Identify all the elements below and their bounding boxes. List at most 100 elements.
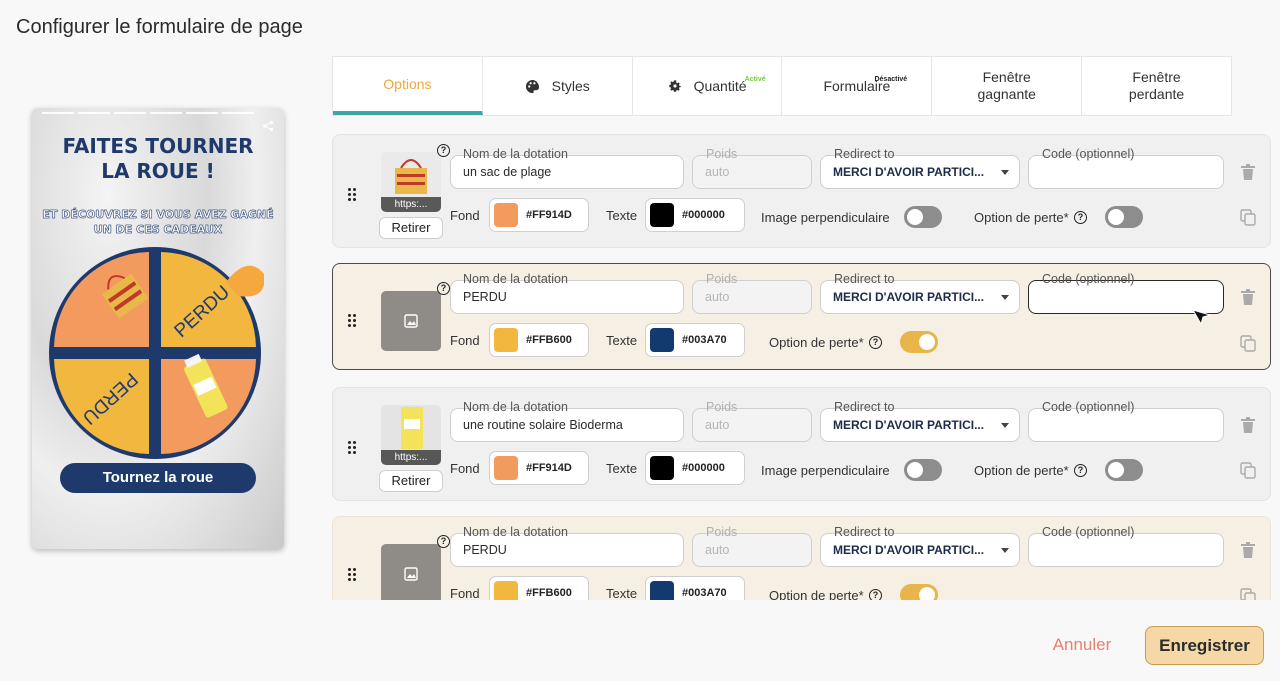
drag-handle-icon[interactable] bbox=[348, 188, 358, 202]
perpendicular-image-toggle[interactable] bbox=[904, 206, 942, 228]
help-icon[interactable]: ? bbox=[869, 336, 882, 349]
remove-image-button[interactable]: Retirer bbox=[379, 470, 443, 492]
preview-title: FAITES TOURNER LA ROUE ! bbox=[62, 134, 254, 183]
redirect-label: Redirect to bbox=[834, 525, 895, 539]
loss-option-toggle[interactable] bbox=[900, 331, 938, 353]
text-color-picker[interactable]: #000000 bbox=[645, 451, 745, 485]
loss-option-label: Option de perte* bbox=[769, 588, 864, 600]
code-label: Code (optionnel) bbox=[1042, 400, 1135, 414]
text-color-picker[interactable]: #003A70 bbox=[645, 323, 745, 357]
color-swatch bbox=[494, 581, 518, 600]
story-progress-bars bbox=[42, 112, 254, 114]
loss-option-toggle[interactable] bbox=[1105, 459, 1143, 481]
weight-label: Poids bbox=[706, 147, 738, 161]
redirect-label: Redirect to bbox=[834, 147, 895, 161]
perpendicular-image-label: Image perpendiculaire bbox=[761, 210, 890, 225]
bg-color-picker[interactable]: #FFB600 bbox=[489, 323, 589, 357]
code-label: Code (optionnel) bbox=[1042, 147, 1135, 161]
text-color-label: Texte bbox=[606, 586, 638, 600]
perpendicular-image-toggle[interactable] bbox=[904, 459, 942, 481]
help-icon[interactable]: ? bbox=[437, 282, 450, 295]
prize-image-placeholder[interactable] bbox=[381, 544, 441, 600]
trash-icon[interactable] bbox=[1241, 289, 1255, 305]
trash-icon[interactable] bbox=[1241, 417, 1255, 433]
drag-handle-icon[interactable] bbox=[348, 314, 358, 328]
tab-fenetre-gagnante[interactable]: Fenêtre gagnante bbox=[932, 57, 1083, 115]
text-color-label: Texte bbox=[606, 461, 638, 476]
image-icon bbox=[404, 314, 418, 328]
copy-icon[interactable] bbox=[1240, 209, 1256, 226]
color-swatch bbox=[650, 203, 674, 227]
prize-wheel: PERDU PERDU bbox=[49, 247, 264, 459]
chevron-down-icon bbox=[1001, 170, 1009, 175]
prize-name-label: Nom de la dotation bbox=[463, 400, 568, 414]
help-icon[interactable]: ? bbox=[437, 144, 450, 157]
tab-bar: Options Styles Quantité Activé Formulair… bbox=[332, 56, 1232, 116]
color-swatch bbox=[494, 456, 518, 480]
bg-color-picker[interactable]: #FFB600 bbox=[489, 576, 589, 600]
tab-quantite[interactable]: Quantité Activé bbox=[633, 57, 783, 115]
bg-color-label: Fond bbox=[450, 333, 480, 348]
spin-wheel-button[interactable]: Tournez la roue bbox=[60, 463, 256, 493]
help-icon[interactable]: ? bbox=[437, 535, 450, 548]
prize-name-label: Nom de la dotation bbox=[463, 525, 568, 539]
status-badge-disabled: Désactivé bbox=[874, 76, 908, 83]
bg-color-picker[interactable]: #FF914D bbox=[489, 198, 589, 232]
trash-icon[interactable] bbox=[1241, 542, 1255, 558]
text-color-picker[interactable]: #003A70 bbox=[645, 576, 745, 600]
page-title: Configurer le formulaire de page bbox=[16, 16, 303, 38]
tab-options[interactable]: Options bbox=[333, 57, 483, 115]
text-color-label: Texte bbox=[606, 208, 638, 223]
loss-option-toggle[interactable] bbox=[900, 584, 938, 600]
tab-fenetre-perdante[interactable]: Fenêtre perdante bbox=[1082, 57, 1231, 115]
remove-image-button[interactable]: Retirer bbox=[379, 217, 443, 239]
color-swatch bbox=[650, 581, 674, 600]
help-icon[interactable]: ? bbox=[1074, 464, 1087, 477]
prize-list[interactable]: https:... ? Retirer un sac de plage Nom … bbox=[332, 132, 1272, 600]
prize-row: ? PERDU Nom de la dotation auto Poids ME… bbox=[332, 516, 1271, 600]
redirect-label: Redirect to bbox=[834, 272, 895, 286]
help-icon[interactable]: ? bbox=[869, 589, 882, 600]
weight-label: Poids bbox=[706, 400, 738, 414]
tab-formulaire[interactable]: Formulaire Désactivé bbox=[782, 57, 933, 115]
copy-icon[interactable] bbox=[1240, 462, 1256, 479]
chevron-down-icon bbox=[1001, 423, 1009, 428]
loss-option-label: Option de perte* bbox=[769, 335, 864, 350]
loss-option-label: Option de perte* bbox=[974, 210, 1069, 225]
prize-image[interactable]: https:... bbox=[381, 405, 441, 465]
trash-icon[interactable] bbox=[1241, 164, 1255, 180]
code-label: Code (optionnel) bbox=[1042, 525, 1135, 539]
bg-color-label: Fond bbox=[450, 586, 480, 600]
save-button[interactable]: Enregistrer bbox=[1145, 626, 1264, 665]
text-color-label: Texte bbox=[606, 333, 638, 348]
image-icon bbox=[404, 567, 418, 581]
chevron-down-icon bbox=[1001, 548, 1009, 553]
copy-icon[interactable] bbox=[1240, 588, 1256, 600]
text-color-picker[interactable]: #000000 bbox=[645, 198, 745, 232]
loss-option-label: Option de perte* bbox=[974, 463, 1069, 478]
bg-color-picker[interactable]: #FF914D bbox=[489, 451, 589, 485]
loss-option-toggle[interactable] bbox=[1105, 206, 1143, 228]
prize-image-placeholder[interactable] bbox=[381, 291, 441, 351]
redirect-label: Redirect to bbox=[834, 400, 895, 414]
gear-icon bbox=[668, 80, 681, 92]
cancel-button[interactable]: Annuler bbox=[1040, 628, 1124, 662]
preview-subtitle: ET DÉCOUVREZ SI VOUS AVEZ GAGNÉ UN DE CE… bbox=[42, 208, 274, 237]
drag-handle-icon[interactable] bbox=[348, 441, 358, 455]
drag-handle-icon[interactable] bbox=[348, 568, 358, 582]
prize-name-label: Nom de la dotation bbox=[463, 272, 568, 286]
color-swatch bbox=[650, 328, 674, 352]
prize-image[interactable]: https:... bbox=[381, 152, 441, 212]
code-label: Code (optionnel) bbox=[1042, 272, 1135, 286]
weight-label: Poids bbox=[706, 525, 738, 539]
help-icon[interactable]: ? bbox=[1074, 211, 1087, 224]
prize-row: https:... ? Retirer un sac de plage Nom … bbox=[332, 134, 1271, 248]
copy-icon[interactable] bbox=[1240, 335, 1256, 352]
prize-row: https:... ? Retirer une routine solaire … bbox=[332, 387, 1271, 501]
chevron-down-icon bbox=[1001, 295, 1009, 300]
tab-styles[interactable]: Styles bbox=[483, 57, 633, 115]
weight-label: Poids bbox=[706, 272, 738, 286]
share-icon[interactable] bbox=[262, 120, 274, 132]
wheel-preview: FAITES TOURNER LA ROUE ! ET DÉCOUVREZ SI … bbox=[32, 108, 284, 549]
perpendicular-image-label: Image perpendiculaire bbox=[761, 463, 890, 478]
